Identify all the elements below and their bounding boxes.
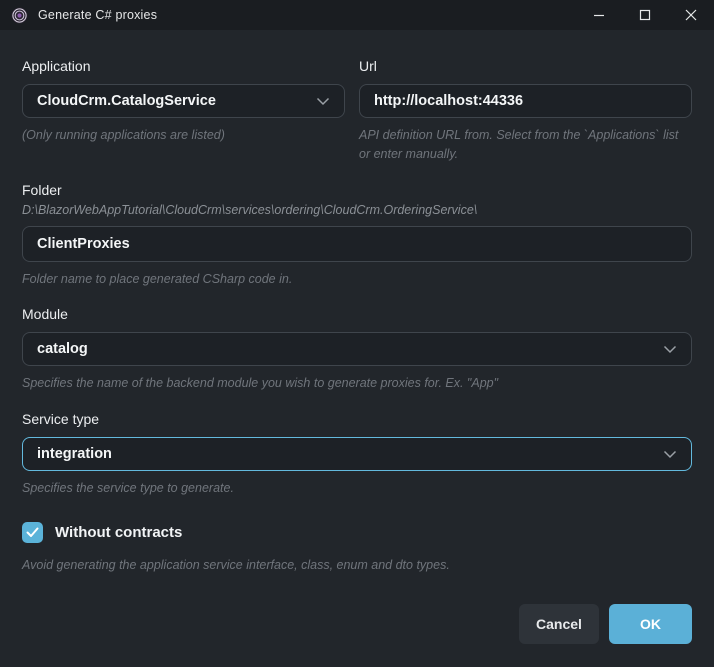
folder-input[interactable]	[22, 226, 692, 262]
application-select[interactable]: CloudCrm.CatalogService	[22, 84, 345, 118]
service-type-helper: Specifies the service type to generate.	[22, 479, 692, 498]
service-type-group: Service type integration Specifies the s…	[22, 411, 692, 498]
dialog-body: Application CloudCrm.CatalogService (Onl…	[0, 30, 714, 575]
module-select[interactable]: catalog	[22, 332, 692, 366]
chevron-down-icon	[663, 345, 677, 354]
maximize-icon	[639, 9, 651, 21]
application-value: CloudCrm.CatalogService	[37, 93, 216, 109]
without-contracts-helper: Avoid generating the application service…	[22, 556, 692, 575]
service-type-select[interactable]: integration	[22, 437, 692, 471]
folder-path: D:\BlazorWebAppTutorial\CloudCrm\service…	[22, 203, 692, 217]
cancel-button[interactable]: Cancel	[519, 604, 599, 644]
module-helper: Specifies the name of the backend module…	[22, 374, 692, 393]
minimize-button[interactable]	[576, 0, 622, 30]
url-helper: API definition URL from. Select from the…	[359, 126, 692, 164]
folder-label: Folder	[22, 182, 692, 198]
minimize-icon	[593, 9, 605, 21]
application-group: Application CloudCrm.CatalogService (Onl…	[22, 58, 345, 164]
service-type-label: Service type	[22, 411, 692, 427]
window-title: Generate C# proxies	[38, 8, 157, 22]
url-label: Url	[359, 58, 692, 74]
close-icon	[685, 9, 697, 21]
url-input[interactable]	[359, 84, 692, 118]
app-logo-icon	[11, 7, 28, 24]
maximize-button[interactable]	[622, 0, 668, 30]
dialog-footer: Cancel OK	[519, 604, 692, 644]
folder-group: Folder D:\BlazorWebAppTutorial\CloudCrm\…	[22, 182, 692, 289]
application-label: Application	[22, 58, 345, 74]
close-button[interactable]	[668, 0, 714, 30]
folder-helper: Folder name to place generated CSharp co…	[22, 270, 692, 289]
module-group: Module catalog Specifies the name of the…	[22, 306, 692, 393]
ok-button[interactable]: OK	[609, 604, 692, 644]
titlebar: Generate C# proxies	[0, 0, 714, 30]
module-label: Module	[22, 306, 692, 322]
url-group: Url API definition URL from. Select from…	[359, 58, 692, 164]
chevron-down-icon	[663, 450, 677, 459]
module-value: catalog	[37, 341, 88, 357]
checkbox-checked-icon	[22, 522, 43, 543]
without-contracts-checkbox[interactable]: Without contracts	[22, 522, 692, 543]
chevron-down-icon	[316, 97, 330, 106]
service-type-value: integration	[37, 446, 112, 462]
application-helper: (Only running applications are listed)	[22, 126, 345, 145]
without-contracts-label: Without contracts	[55, 524, 182, 541]
